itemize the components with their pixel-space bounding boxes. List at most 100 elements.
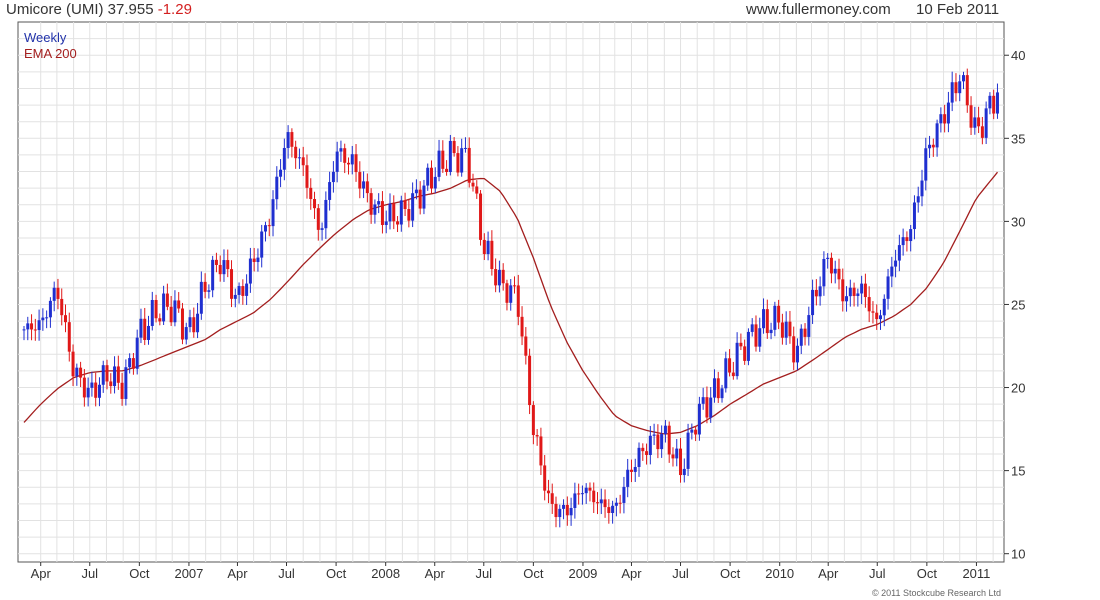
candle-body xyxy=(396,221,400,225)
candle-body xyxy=(399,200,403,225)
candle-body xyxy=(992,95,996,114)
candle-body xyxy=(52,287,56,301)
x-tick-label: 2011 xyxy=(962,566,990,581)
candle-body xyxy=(486,240,490,255)
candle-body xyxy=(611,505,615,514)
candle-body xyxy=(565,504,569,516)
candle-body xyxy=(256,257,260,262)
candle-body xyxy=(580,493,584,495)
candle-body xyxy=(260,231,264,258)
y-tick-label: 10 xyxy=(1011,547,1025,562)
candle-body xyxy=(180,308,184,340)
candle-body xyxy=(45,317,49,319)
candle-body xyxy=(811,289,815,316)
candle-body xyxy=(675,448,679,459)
candle-body xyxy=(343,148,347,163)
candle-body xyxy=(150,299,154,326)
candle-body xyxy=(422,185,426,209)
candle-body xyxy=(445,168,449,172)
x-tick-label: Oct xyxy=(523,566,544,581)
x-tick-label: Jul xyxy=(869,566,886,581)
candle-body xyxy=(648,435,652,455)
candle-body xyxy=(350,154,354,165)
candle-body xyxy=(539,436,543,466)
candle-body xyxy=(392,203,396,222)
x-tick-label: Apr xyxy=(425,566,446,581)
y-tick-label: 35 xyxy=(1011,131,1025,146)
candle-body xyxy=(679,448,683,476)
candle-body xyxy=(79,367,83,378)
candle-body xyxy=(822,258,826,287)
candle-body xyxy=(505,283,509,303)
candle-body xyxy=(943,114,947,124)
site-link[interactable]: www.fullermoney.com xyxy=(746,1,891,18)
candle-body xyxy=(701,397,705,404)
candle-body xyxy=(94,382,98,398)
candle-body xyxy=(845,296,849,302)
candle-body xyxy=(335,151,339,172)
candle-body xyxy=(550,493,554,504)
candle-body xyxy=(769,329,773,334)
candle-body xyxy=(71,351,75,377)
candle-body xyxy=(218,264,222,275)
candle-body xyxy=(599,499,603,504)
candle-body xyxy=(384,221,388,225)
candle-body xyxy=(890,266,894,277)
candle-body xyxy=(479,193,483,240)
candle-body xyxy=(916,196,920,203)
candle-body xyxy=(558,508,562,518)
chart-date: 10 Feb 2011 xyxy=(916,1,1000,18)
candle-body xyxy=(294,146,298,159)
candle-body xyxy=(577,493,581,495)
candle-body xyxy=(818,286,822,297)
candle-body xyxy=(814,289,818,297)
candle-body xyxy=(373,204,377,215)
y-tick-label: 30 xyxy=(1011,214,1025,229)
candle-body xyxy=(154,299,158,319)
candle-body xyxy=(328,182,332,200)
x-tick-label: 2010 xyxy=(765,566,794,581)
candle-body xyxy=(226,260,230,270)
candle-body xyxy=(139,318,143,338)
candle-body xyxy=(418,189,422,209)
candle-body xyxy=(354,154,358,173)
candle-body xyxy=(735,342,739,377)
candle-body xyxy=(554,503,558,518)
candle-body xyxy=(433,176,437,189)
candle-body xyxy=(686,432,690,469)
candle-body xyxy=(411,193,415,221)
candle-body xyxy=(37,320,41,331)
candle-body xyxy=(773,305,777,330)
x-tick-label: 2009 xyxy=(568,566,597,581)
x-tick-label: Jul xyxy=(278,566,295,581)
candle-body xyxy=(324,199,328,229)
candle-body xyxy=(716,378,720,399)
candle-body xyxy=(320,228,324,230)
candle-body xyxy=(513,285,517,287)
candle-body xyxy=(135,337,139,369)
candle-body xyxy=(211,259,215,291)
candle-body xyxy=(441,150,445,169)
candle-body xyxy=(795,345,799,363)
candle-body xyxy=(286,132,290,148)
candle-body xyxy=(199,281,203,314)
candle-body xyxy=(780,322,784,338)
candle-body xyxy=(886,276,890,299)
candle-body xyxy=(909,229,913,242)
x-tick-label: Apr xyxy=(818,566,839,581)
candle-body xyxy=(105,365,109,382)
candle-body xyxy=(739,342,743,347)
candle-body xyxy=(784,321,788,338)
candle-body xyxy=(64,315,68,323)
candle-body xyxy=(712,378,716,398)
candle-body xyxy=(116,366,120,383)
candle-body xyxy=(520,316,524,337)
candle-body xyxy=(980,126,984,138)
candle-body xyxy=(622,486,626,503)
candle-body xyxy=(158,318,162,322)
candle-body xyxy=(792,336,796,363)
candle-body xyxy=(720,388,724,399)
candle-body xyxy=(524,336,528,356)
candle-body xyxy=(633,466,637,472)
x-tick-label: Apr xyxy=(621,566,642,581)
